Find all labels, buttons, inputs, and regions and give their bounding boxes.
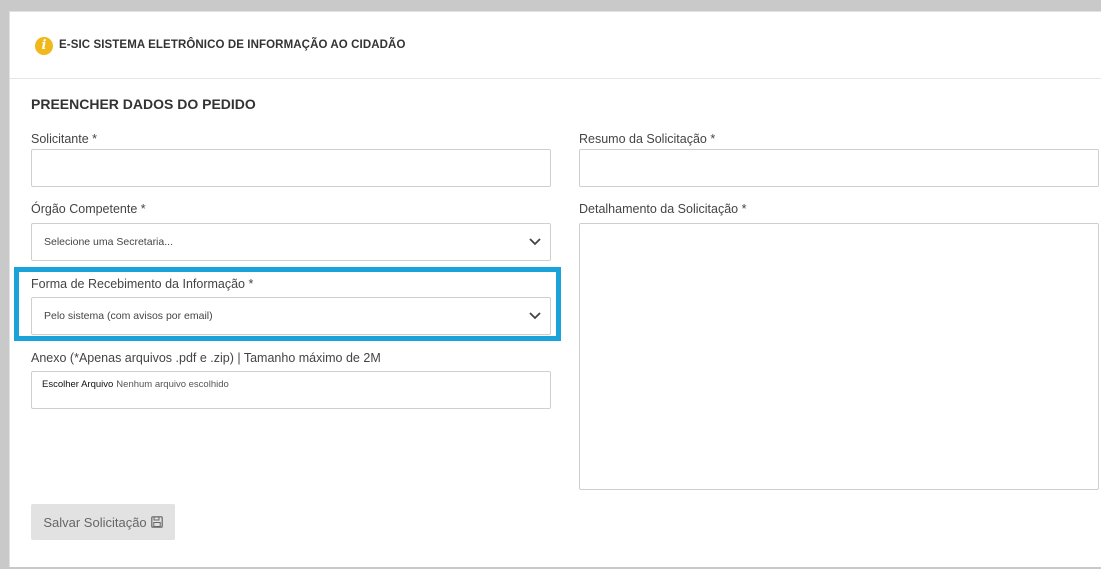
save-button-label: Salvar Solicitação [43,514,147,530]
choose-file-button[interactable]: Escolher Arquivo [42,379,113,390]
solicitante-label: Solicitante * [31,132,98,146]
floppy-disk-icon [150,516,163,528]
resumo-input[interactable] [579,149,1099,187]
section-title: PREENCHER DADOS DO PEDIDO [31,96,256,112]
detalhamento-textarea[interactable] [579,223,1099,490]
anexo-label: Anexo (*Apenas arquivos .pdf e .zip) | T… [31,351,381,365]
detalhamento-label: Detalhamento da Solicitação * [579,202,747,216]
forma-recebimento-selected-value: Pelo sistema (com avisos por email) [44,310,213,322]
orgao-label: Órgão Competente * [31,202,146,216]
chevron-down-icon [529,238,541,246]
info-icon: i [35,37,53,55]
file-status: Nenhum arquivo escolhido [116,379,229,390]
orgao-select[interactable]: Selecione uma Secretaria... [31,223,551,261]
forma-recebimento-select[interactable]: Pelo sistema (com avisos por email) [31,297,551,335]
panel-title: E-SIC SISTEMA ELETRÔNICO DE INFORMAÇÃO A… [59,39,406,51]
orgao-selected-value: Selecione uma Secretaria... [44,236,173,248]
form-panel: i E-SIC SISTEMA ELETRÔNICO DE INFORMAÇÃO… [9,11,1101,567]
resumo-label: Resumo da Solicitação * [579,132,716,146]
save-button[interactable]: Salvar Solicitação [31,504,175,540]
solicitante-input[interactable] [31,149,551,187]
forma-recebimento-label: Forma de Recebimento da Informação * [31,277,254,291]
panel-header: i E-SIC SISTEMA ELETRÔNICO DE INFORMAÇÃO… [10,12,1101,79]
chevron-down-icon [529,312,541,320]
anexo-file-input[interactable]: Escolher Arquivo Nenhum arquivo escolhido [31,371,551,409]
